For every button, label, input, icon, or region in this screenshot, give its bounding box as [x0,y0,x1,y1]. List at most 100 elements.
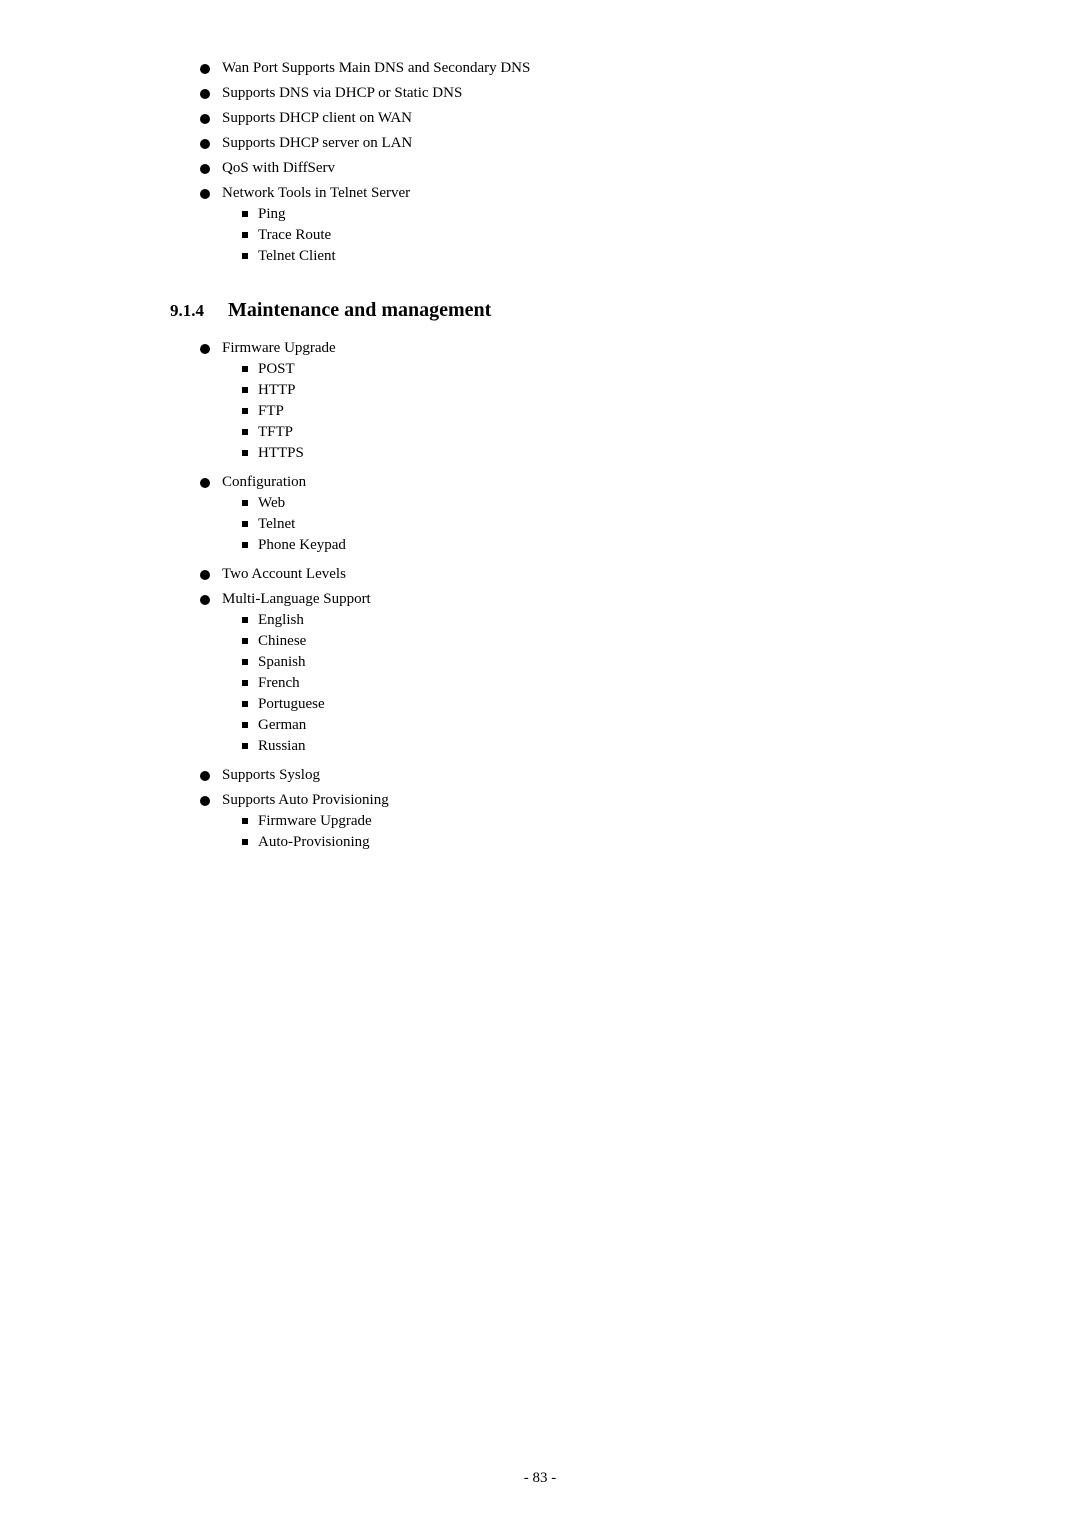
item-text: Supports Auto Provisioning [222,792,389,808]
network-tools-sub-list: Ping Trace Route Telnet Client [222,206,910,265]
sub-bullet-icon [242,701,248,707]
item-content-network-tools: Network Tools in Telnet Server Ping Trac… [222,185,910,269]
list-item: Firmware Upgrade [222,813,910,830]
list-item: Ping [222,206,910,223]
list-item: Phone Keypad [222,537,910,554]
item-content-configuration: Configuration Web Telnet Phone Keypad [222,474,910,558]
sub-item-text-english: English [258,612,304,629]
sub-item-text: Telnet [258,516,295,533]
sub-item-text: Web [258,495,285,512]
sub-bullet-icon [242,680,248,686]
page-number: - 83 - [524,1470,557,1486]
list-item-syslog: Supports Syslog [170,767,910,784]
sub-item-text-french: French [258,675,300,692]
list-item: English [222,612,910,629]
page-content: Wan Port Supports Main DNS and Secondary… [150,0,930,1450]
sub-item-text: Firmware Upgrade [258,813,372,830]
sub-item-text: Trace Route [258,227,331,244]
list-item-network-tools: Network Tools in Telnet Server Ping Trac… [170,185,910,269]
sub-item-text: FTP [258,403,284,420]
list-item: Telnet Client [222,248,910,265]
sub-bullet-icon [242,722,248,728]
list-item: QoS with DiffServ [170,160,910,177]
item-text: Configuration [222,474,306,490]
list-item: German [222,717,910,734]
item-text: Supports DHCP server on LAN [222,135,910,152]
list-item: Web [222,495,910,512]
item-text: Supports DNS via DHCP or Static DNS [222,85,910,102]
bullet-icon [200,796,210,806]
list-item: Supports DNS via DHCP or Static DNS [170,85,910,102]
sub-bullet-icon [242,450,248,456]
item-text: Supports Syslog [222,767,910,784]
sub-bullet-icon [242,659,248,665]
list-item: HTTP [222,382,910,399]
bullet-icon [200,344,210,354]
item-text: Two Account Levels [222,566,910,583]
maintenance-bullet-list: Firmware Upgrade POST HTTP FTP [170,340,910,855]
sub-item-text: HTTP [258,382,296,399]
sub-bullet-icon [242,500,248,506]
item-text: Firmware Upgrade [222,340,336,356]
list-item: HTTPS [222,445,910,462]
list-item-auto-provisioning: Supports Auto Provisioning Firmware Upgr… [170,792,910,855]
bullet-icon [200,114,210,124]
section-number: 9.1.4 [170,301,204,321]
list-item: Supports DHCP client on WAN [170,110,910,127]
sub-item-text: Auto-Provisioning [258,834,370,851]
bullet-icon [200,64,210,74]
list-item: Russian [222,738,910,755]
sub-item-text: TFTP [258,424,293,441]
section-heading: 9.1.4 Maintenance and management [170,299,910,322]
list-item: Trace Route [222,227,910,244]
bullet-icon [200,478,210,488]
sub-item-text: Ping [258,206,286,223]
top-bullet-list: Wan Port Supports Main DNS and Secondary… [170,60,910,269]
sub-bullet-icon [242,839,248,845]
sub-bullet-icon [242,366,248,372]
sub-item-text: HTTPS [258,445,304,462]
sub-item-text: Telnet Client [258,248,336,265]
bullet-icon [200,189,210,199]
sub-bullet-icon [242,387,248,393]
sub-bullet-icon [242,253,248,259]
list-item: Spanish [222,654,910,671]
sub-bullet-icon [242,521,248,527]
list-item-configuration: Configuration Web Telnet Phone Keypad [170,474,910,558]
firmware-sub-list: POST HTTP FTP TFTP [222,361,910,462]
item-text: Supports DHCP client on WAN [222,110,910,127]
list-item: Portuguese [222,696,910,713]
sub-bullet-icon [242,408,248,414]
list-item: Chinese [222,633,910,650]
list-item: French [222,675,910,692]
sub-item-text-portuguese: Portuguese [258,696,325,713]
item-text: Wan Port Supports Main DNS and Secondary… [222,60,910,77]
item-text: QoS with DiffServ [222,160,910,177]
list-item: Auto-Provisioning [222,834,910,851]
bullet-icon [200,89,210,99]
sub-item-text: Phone Keypad [258,537,346,554]
sub-item-text-spanish: Spanish [258,654,306,671]
list-item: FTP [222,403,910,420]
language-sub-list: English Chinese Spanish French [222,612,910,755]
sub-item-text: POST [258,361,295,378]
bullet-icon [200,595,210,605]
list-item: Supports DHCP server on LAN [170,135,910,152]
bullet-icon [200,771,210,781]
list-item: Telnet [222,516,910,533]
item-text: Network Tools in Telnet Server [222,185,410,201]
bullet-icon [200,570,210,580]
sub-item-text-chinese: Chinese [258,633,306,650]
list-item: Wan Port Supports Main DNS and Secondary… [170,60,910,77]
sub-bullet-icon [242,211,248,217]
sub-item-text-german: German [258,717,306,734]
configuration-sub-list: Web Telnet Phone Keypad [222,495,910,554]
sub-bullet-icon [242,743,248,749]
sub-bullet-icon [242,818,248,824]
list-item: POST [222,361,910,378]
item-content-multilanguage: Multi-Language Support English Chinese S… [222,591,910,759]
sub-bullet-icon [242,617,248,623]
list-item: TFTP [222,424,910,441]
item-content-firmware: Firmware Upgrade POST HTTP FTP [222,340,910,466]
bullet-icon [200,164,210,174]
